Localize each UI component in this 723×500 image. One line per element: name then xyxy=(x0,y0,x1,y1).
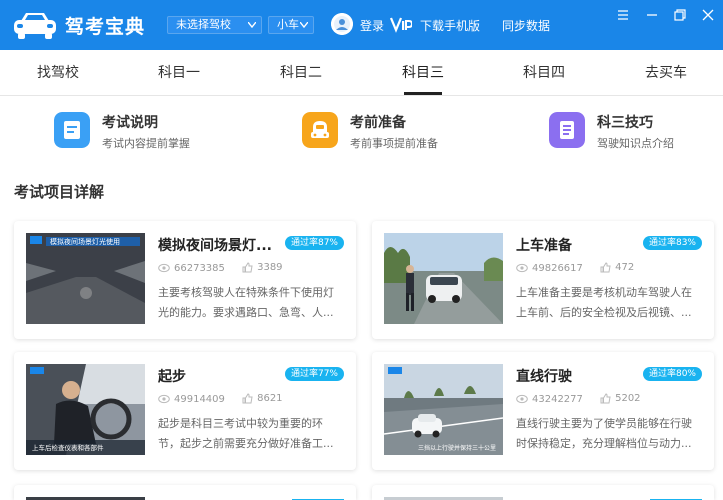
tab-subject-three[interactable]: 科目三 xyxy=(387,50,459,96)
view-count: 43242277 xyxy=(532,393,583,405)
pass-rate-badge: 通过率87% xyxy=(284,236,344,250)
quick-link-subject-three-tips[interactable]: 科三技巧 驾驶知识点介绍 xyxy=(549,110,719,154)
thumbs-up-icon xyxy=(600,262,611,273)
restore-icon[interactable] xyxy=(673,8,687,22)
quick-link-subtitle: 考试内容提前掌握 xyxy=(102,137,190,150)
school-select-value: 未选择驾校 xyxy=(176,18,231,31)
download-mobile-link[interactable]: 下载手机版 xyxy=(420,17,480,34)
view-count: 49826617 xyxy=(532,262,583,274)
login-link[interactable]: 登录 xyxy=(360,17,384,34)
card-description: 上车准备主要是考核机动车驾驶人在上车前、后的安全检视及后视镜、... xyxy=(516,286,692,319)
menu-icon[interactable] xyxy=(616,8,630,22)
quick-link-exam-info[interactable]: 考试说明 考试内容提前掌握 xyxy=(54,110,254,154)
thumbnail: 三挡以上行驶并保持三十公里 xyxy=(384,364,503,455)
car-type-select-value: 小车 xyxy=(277,18,299,31)
close-icon[interactable] xyxy=(701,8,715,22)
card-title: 上车准备 xyxy=(516,238,572,254)
title-bar: 驾考宝典 未选择驾校 小车 登录 下载手机版 同步数据 xyxy=(0,0,723,50)
quick-link-exam-prep[interactable]: 考前准备 考前事项提前准备 xyxy=(302,110,502,154)
thumbs-up-icon xyxy=(600,393,611,404)
minimize-icon[interactable] xyxy=(645,8,659,22)
thumbnail-caption: 三挡以上行驶并保持三十公里 xyxy=(418,444,496,452)
school-select[interactable]: 未选择驾校 xyxy=(167,16,262,34)
document-icon xyxy=(54,112,90,148)
tab-buy-car[interactable]: 去买车 xyxy=(630,50,702,96)
car-type-select[interactable]: 小车 xyxy=(268,16,314,34)
app-name: 驾考宝典 xyxy=(65,16,146,38)
quick-link-title: 科三技巧 xyxy=(597,115,653,131)
card-description: 直线行驶主要为了使学员能够在行驶时保持稳定，充分理解档位与动力... xyxy=(516,417,692,450)
like-count: 5202 xyxy=(615,393,641,404)
chevron-down-icon xyxy=(300,22,308,28)
avatar-icon[interactable] xyxy=(331,13,353,35)
card-description: 起步是科目三考试中较为重要的环节，起步之前需要充分做好准备工... xyxy=(158,417,334,450)
quick-link-title: 考试说明 xyxy=(102,115,158,131)
pass-rate-badge: 通过率80% xyxy=(642,367,702,381)
card-title: 起步 xyxy=(158,369,186,385)
view-count: 49914409 xyxy=(174,393,225,405)
sync-data-link[interactable]: 同步数据 xyxy=(502,17,550,34)
like-count: 8621 xyxy=(257,393,283,404)
subject-tabs: 找驾校 科目一 科目二 科目三 科目四 去买车 xyxy=(0,50,723,96)
view-count: 66273385 xyxy=(174,262,225,274)
card-title: 模拟夜间场景灯... xyxy=(158,238,272,254)
tab-find-school[interactable]: 找驾校 xyxy=(22,50,94,96)
vip-icon[interactable] xyxy=(390,15,412,33)
thumbs-up-icon xyxy=(242,262,253,273)
like-count: 472 xyxy=(615,262,635,273)
quick-link-subtitle: 驾驶知识点介绍 xyxy=(597,137,674,150)
exam-item-card[interactable]: 三挡以上行驶并保持三十公里 直线行驶 通过率80% 43242277 5202 … xyxy=(372,352,714,470)
active-tab-indicator xyxy=(404,92,442,95)
exam-item-card[interactable] xyxy=(14,485,356,500)
pass-rate-badge: 通过率77% xyxy=(284,367,344,381)
like-count: 3389 xyxy=(257,262,283,273)
section-title: 考试项目详解 xyxy=(14,183,105,201)
card-description: 主要考核驾驶人在特殊条件下使用灯光的能力。要求遇路口、急弯、人... xyxy=(158,286,334,319)
car-logo-icon xyxy=(14,13,56,39)
exam-item-card[interactable]: 上车准备 通过率83% 49826617 472 上车准备主要是考核机动车驾驶人… xyxy=(372,221,714,339)
thumbnail xyxy=(384,233,503,324)
tab-subject-two[interactable]: 科目二 xyxy=(265,50,337,96)
eye-icon xyxy=(516,394,528,404)
card-stats: 43242277 5202 xyxy=(516,393,655,407)
thumbnail-caption: 上车后检查仪表和各部件 xyxy=(32,443,104,452)
card-stats: 66273385 3389 xyxy=(158,262,297,276)
tab-subject-one[interactable]: 科目一 xyxy=(143,50,215,96)
quick-link-title: 考前准备 xyxy=(350,115,406,131)
pass-rate-badge: 通过率83% xyxy=(642,236,702,250)
exam-item-card[interactable]: 模拟夜间场景灯光使用 模拟夜间场景灯... 通过率87% 66273385 33… xyxy=(14,221,356,339)
eye-icon xyxy=(158,394,170,404)
tab-subject-four[interactable]: 科目四 xyxy=(508,50,580,96)
exam-item-card[interactable] xyxy=(372,485,714,500)
note-icon xyxy=(549,112,585,148)
eye-icon xyxy=(516,263,528,273)
chevron-down-icon xyxy=(248,22,256,28)
card-stats: 49826617 472 xyxy=(516,262,648,276)
exam-item-card[interactable]: 上车后检查仪表和各部件 起步 通过率77% 49914409 8621 起步是科… xyxy=(14,352,356,470)
quick-link-subtitle: 考前事项提前准备 xyxy=(350,137,438,150)
car-front-icon xyxy=(302,112,338,148)
eye-icon xyxy=(158,263,170,273)
thumbnail: 上车后检查仪表和各部件 xyxy=(26,364,145,455)
card-stats: 49914409 8621 xyxy=(158,393,297,407)
thumbnail-caption: 模拟夜间场景灯光使用 xyxy=(50,237,120,246)
card-title: 直线行驶 xyxy=(516,369,572,385)
thumbs-up-icon xyxy=(242,393,253,404)
thumbnail: 模拟夜间场景灯光使用 xyxy=(26,233,145,324)
